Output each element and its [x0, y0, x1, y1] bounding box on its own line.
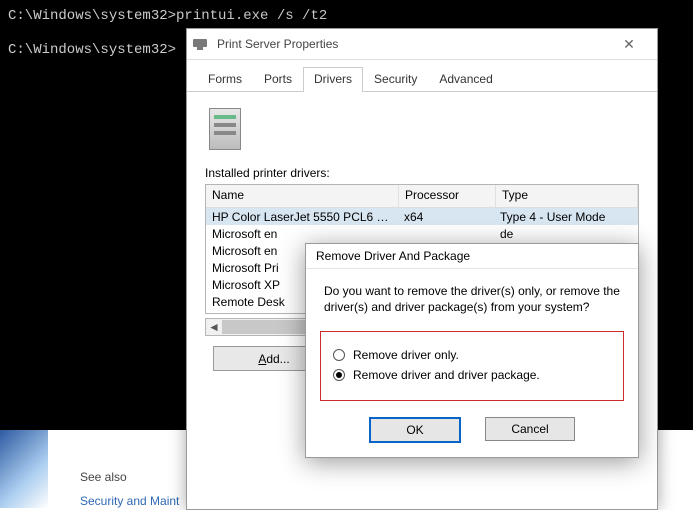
- tab-ports[interactable]: Ports: [253, 67, 303, 92]
- remove-driver-dialog: Remove Driver And Package Do you want to…: [305, 243, 639, 458]
- tab-drivers[interactable]: Drivers: [303, 67, 363, 92]
- printer-icon: [193, 37, 209, 51]
- see-also-panel: See also Security and Maint: [80, 470, 179, 508]
- close-button[interactable]: ✕: [607, 29, 651, 59]
- col-name[interactable]: Name: [206, 185, 399, 207]
- table-row[interactable]: HP Color LaserJet 5550 PCL6 Clas...x64Ty…: [206, 208, 638, 225]
- tab-forms[interactable]: Forms: [197, 67, 253, 92]
- radio-dot-icon: [333, 369, 345, 381]
- radio-dot-icon: [333, 349, 345, 361]
- col-processor[interactable]: Processor: [399, 185, 496, 207]
- dialog-body: Do you want to remove the driver(s) only…: [306, 269, 638, 411]
- radio-group: Remove driver only. Remove driver and dr…: [320, 331, 624, 401]
- wallpaper-slice: [0, 430, 48, 508]
- radio-remove-driver-only[interactable]: Remove driver only.: [333, 348, 611, 362]
- see-also-link[interactable]: Security and Maint: [80, 494, 179, 508]
- tabstrip: Forms Ports Drivers Security Advanced: [187, 60, 657, 92]
- server-icon: [209, 108, 241, 150]
- list-label: Installed printer drivers:: [205, 166, 639, 180]
- radio-label: Remove driver only.: [353, 348, 459, 362]
- cell-processor: x64: [398, 210, 494, 224]
- titlebar[interactable]: Print Server Properties ✕: [187, 29, 657, 60]
- window-title: Print Server Properties: [217, 37, 338, 51]
- cell-name: HP Color LaserJet 5550 PCL6 Clas...: [206, 210, 398, 224]
- ok-button[interactable]: OK: [369, 417, 461, 443]
- radio-label: Remove driver and driver package.: [353, 368, 540, 382]
- see-also-heading: See also: [80, 470, 179, 484]
- cell-type: de: [494, 227, 638, 241]
- dialog-message: Do you want to remove the driver(s) only…: [324, 283, 620, 315]
- dialog-buttons: OK Cancel: [306, 411, 638, 457]
- column-headers: Name Processor Type: [206, 185, 638, 208]
- scroll-left-icon[interactable]: ◄: [206, 320, 222, 334]
- col-type[interactable]: Type: [496, 185, 638, 207]
- cell-type: Type 4 - User Mode: [494, 210, 638, 224]
- dialog-title[interactable]: Remove Driver And Package: [306, 244, 638, 269]
- tab-advanced[interactable]: Advanced: [428, 67, 503, 92]
- radio-remove-driver-and-package[interactable]: Remove driver and driver package.: [333, 368, 611, 382]
- tab-security[interactable]: Security: [363, 67, 428, 92]
- cell-name: Microsoft en: [206, 227, 398, 241]
- console-line: C:\Windows\system32>printui.exe /s /t2: [8, 6, 685, 26]
- table-row[interactable]: Microsoft en de: [206, 225, 638, 242]
- cancel-button[interactable]: Cancel: [485, 417, 575, 441]
